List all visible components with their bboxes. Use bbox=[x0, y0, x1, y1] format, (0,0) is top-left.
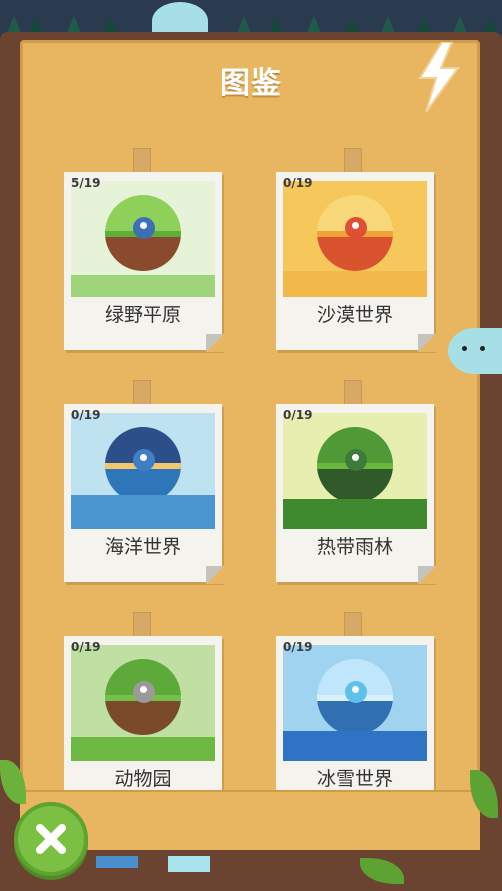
tape bbox=[133, 612, 151, 638]
world-picture bbox=[283, 645, 427, 761]
world-globe-icon bbox=[105, 427, 181, 503]
world-globe-icon bbox=[317, 427, 393, 503]
world-card-snow[interactable]: 0/19 冰雪世界 bbox=[276, 636, 434, 814]
world-name: 热带雨林 bbox=[316, 536, 393, 558]
world-name: 动物园 bbox=[114, 768, 172, 790]
world-picture bbox=[283, 413, 427, 529]
progress-count: 0/19 bbox=[71, 408, 101, 422]
tape-strip bbox=[168, 856, 210, 872]
world-name: 沙漠世界 bbox=[316, 304, 393, 326]
world-globe-icon bbox=[105, 195, 181, 271]
tape bbox=[344, 148, 362, 174]
world-picture bbox=[71, 645, 215, 761]
progress-count: 0/19 bbox=[283, 640, 313, 654]
progress-count: 0/19 bbox=[71, 640, 101, 654]
world-card-ocean[interactable]: 0/19 海洋世界 bbox=[64, 404, 224, 584]
world-name: 绿野平原 bbox=[104, 304, 181, 326]
progress-count: 0/19 bbox=[283, 408, 313, 422]
tape bbox=[133, 148, 151, 174]
world-globe-icon bbox=[317, 659, 393, 735]
progress-count: 5/19 bbox=[71, 176, 101, 190]
world-card-zoo[interactable]: 0/19 动物园 bbox=[64, 636, 222, 814]
tape bbox=[344, 380, 362, 406]
progress-count: 0/19 bbox=[283, 176, 313, 190]
world-picture bbox=[71, 181, 215, 297]
world-picture bbox=[283, 181, 427, 297]
world-card-desert[interactable]: 0/19 沙漠世界 bbox=[276, 172, 436, 352]
world-picture bbox=[71, 413, 215, 529]
tape-strip bbox=[96, 856, 138, 868]
world-globe-icon bbox=[317, 195, 393, 271]
world-name: 冰雪世界 bbox=[316, 768, 393, 790]
world-globe-icon bbox=[105, 659, 181, 735]
world-name: 海洋世界 bbox=[104, 536, 181, 558]
board-ledge bbox=[20, 790, 480, 852]
tape bbox=[133, 380, 151, 406]
world-card-rainforest[interactable]: 0/19 热带雨林 bbox=[276, 404, 436, 584]
tape bbox=[344, 612, 362, 638]
lightning-icon[interactable] bbox=[414, 42, 462, 112]
side-bird-icon bbox=[448, 328, 502, 374]
close-button[interactable] bbox=[14, 802, 88, 876]
world-card-grassland[interactable]: 5/19 绿野平原 bbox=[64, 172, 224, 352]
close-icon bbox=[36, 824, 66, 854]
